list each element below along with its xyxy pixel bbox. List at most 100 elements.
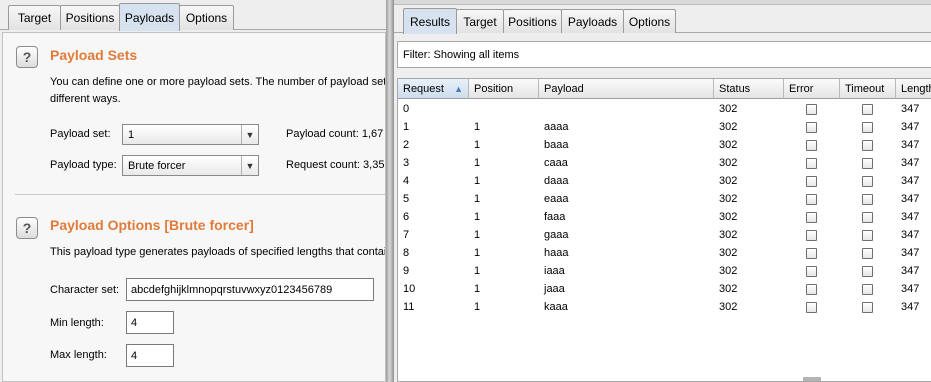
table-row[interactable]: 10 1 jaaa 302 347 [398,280,931,298]
character-set-input[interactable]: abcdefghijklmnopqrstuvwxyz0123456789 [126,278,374,301]
table-row[interactable]: 4 1 daaa 302 347 [398,172,931,190]
error-checkbox[interactable] [806,104,817,115]
error-checkbox[interactable] [806,158,817,169]
cell-request: 3 [403,157,410,169]
timeout-checkbox[interactable] [862,284,873,295]
tab-positions[interactable]: Positions [60,5,120,30]
cell-payload: daaa [544,175,569,187]
cell-payload: aaaa [544,121,569,133]
payload-sets-help-icon[interactable]: ? [16,46,38,68]
error-checkbox[interactable] [806,266,817,277]
tab-positions[interactable]: Positions [503,9,562,33]
table-row[interactable]: 5 1 eaaa 302 347 [398,190,931,208]
table-row[interactable]: 8 1 haaa 302 347 [398,244,931,262]
cell-payload [539,100,544,118]
payload-options-help-icon[interactable]: ? [16,217,38,239]
column-header-payload[interactable]: Payload [539,79,714,99]
tab-payloads[interactable]: Payloads [561,9,624,33]
results-table: Request ▲ Position Payload Status Error … [397,78,931,382]
column-header-request[interactable]: Request ▲ [398,79,469,99]
cell-position: 1 [474,121,481,133]
horizontal-scroll-thumb[interactable] [803,377,821,381]
timeout-checkbox[interactable] [862,266,873,277]
timeout-checkbox[interactable] [862,248,873,259]
error-checkbox[interactable] [806,212,817,223]
cell-payload: eaaa [544,193,569,205]
max-length-input[interactable]: 4 [126,344,174,367]
payload-sets-title: Payload Sets [50,47,138,63]
cell-status: 302 [719,175,738,187]
attack-results-window: Results Target Positions Payloads Option… [394,0,931,382]
cell-status: 302 [719,301,738,313]
character-set-label: Character set: [50,284,120,296]
cell-request: 2 [403,139,410,151]
cell-length: 347 [901,301,920,313]
tab-target[interactable]: Target [8,5,61,30]
filter-bar[interactable]: Filter: Showing all items [397,41,931,68]
column-header-length[interactable]: Length [896,79,931,99]
chevron-down-icon: ▼ [241,125,258,144]
timeout-checkbox[interactable] [862,302,873,313]
timeout-checkbox[interactable] [862,122,873,133]
cell-position: 1 [474,265,481,277]
table-row[interactable]: 6 1 faaa 302 347 [398,208,931,226]
timeout-checkbox[interactable] [862,212,873,223]
window-splitter[interactable] [386,0,394,382]
min-length-input[interactable]: 4 [126,311,174,334]
payload-set-select[interactable]: 1 ▼ [122,124,259,145]
error-checkbox[interactable] [806,230,817,241]
tab-target[interactable]: Target [456,9,504,33]
error-checkbox[interactable] [806,302,817,313]
table-row[interactable]: 1 1 aaaa 302 347 [398,118,931,136]
error-checkbox[interactable] [806,284,817,295]
payload-type-value: Brute forcer [128,159,186,172]
cell-length: 347 [901,211,920,223]
tab-payloads[interactable]: Payloads [119,3,180,31]
column-header-error[interactable]: Error [784,79,840,99]
error-checkbox[interactable] [806,122,817,133]
error-checkbox[interactable] [806,194,817,205]
tab-options[interactable]: Options [179,5,234,30]
cell-length: 347 [901,193,920,205]
payload-type-select[interactable]: Brute forcer ▼ [122,155,259,176]
column-header-status[interactable]: Status [714,79,784,99]
cell-payload: jaaa [544,283,565,295]
payload-sets-description-line1: You can define one or more payload sets.… [50,76,386,88]
table-row[interactable]: 3 1 caaa 302 347 [398,154,931,172]
cell-position: 1 [474,193,481,205]
cell-length: 347 [901,229,920,241]
timeout-checkbox[interactable] [862,176,873,187]
cell-status: 302 [719,193,738,205]
payload-options-description: This payload type generates payloads of … [50,246,386,258]
table-row[interactable]: 0 302 347 [398,100,931,118]
timeout-checkbox[interactable] [862,194,873,205]
table-row[interactable]: 11 1 kaaa 302 347 [398,298,931,316]
timeout-checkbox[interactable] [862,158,873,169]
cell-status: 302 [719,157,738,169]
error-checkbox[interactable] [806,140,817,151]
cell-position: 1 [474,211,481,223]
payloads-panel: ? Payload Sets You can define one or mor… [2,32,386,382]
timeout-checkbox[interactable] [862,104,873,115]
error-checkbox[interactable] [806,248,817,259]
error-checkbox[interactable] [806,176,817,187]
timeout-checkbox[interactable] [862,140,873,151]
column-header-position[interactable]: Position [469,79,539,99]
table-row[interactable]: 2 1 baaa 302 347 [398,136,931,154]
payload-set-value: 1 [128,128,135,141]
table-row[interactable]: 7 1 gaaa 302 347 [398,226,931,244]
cell-position: 1 [474,283,481,295]
tab-options[interactable]: Options [623,9,676,33]
tab-results[interactable]: Results [403,8,457,34]
payload-options-title: Payload Options [Brute forcer] [50,217,254,233]
cell-length: 347 [901,157,920,169]
cell-status: 302 [719,139,738,151]
column-header-timeout[interactable]: Timeout [840,79,896,99]
column-header-label: Request [403,82,444,95]
table-row[interactable]: 9 1 iaaa 302 347 [398,262,931,280]
timeout-checkbox[interactable] [862,230,873,241]
cell-length: 347 [901,283,920,295]
cell-payload: kaaa [544,301,568,313]
cell-request: 8 [403,247,410,259]
cell-position: 1 [474,229,481,241]
